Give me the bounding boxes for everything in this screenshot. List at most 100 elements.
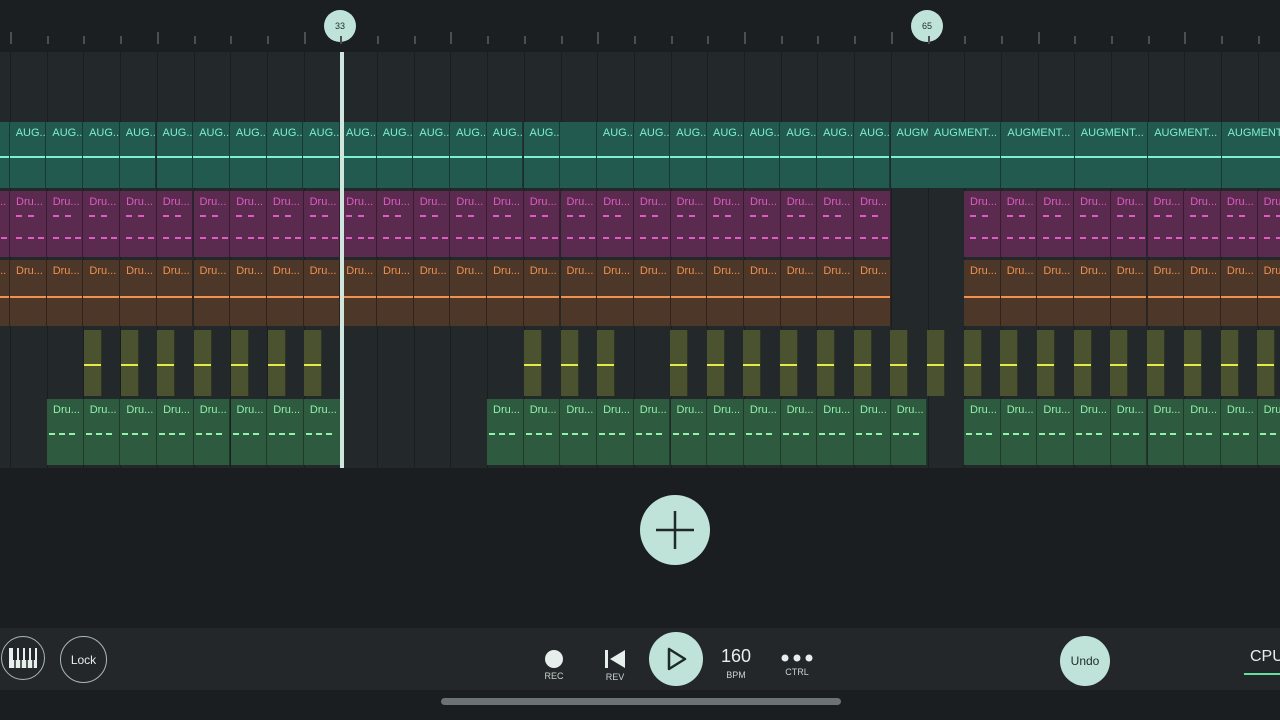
green-drum-clip[interactable]: Dru... [1257,399,1280,465]
green-drum-clip[interactable]: Dru... [1037,399,1075,465]
pink-drum-clip[interactable]: Dru... [964,191,1001,257]
hat-clip[interactable] [1037,330,1055,396]
green-drum-clip[interactable]: Dru... [817,399,854,465]
green-drum-clip[interactable]: Dru... [780,399,818,465]
green-drum-clip[interactable]: Dru... [487,399,524,465]
orange-drum-clip[interactable]: Dru... [230,260,267,326]
hat-clip[interactable] [84,330,102,396]
hat-clip[interactable] [743,330,762,396]
green-drum-clip[interactable]: Dru... [854,399,891,465]
pink-drum-clip[interactable]: Dru... [230,191,267,257]
pink-drum-clip[interactable]: Dru... [46,191,84,257]
pink-drum-clip[interactable]: Dru... [10,191,47,257]
playhead[interactable] [340,52,344,468]
green-drum-clip[interactable]: Dru... [1074,399,1111,465]
orange-drum-clip[interactable]: Dru... [670,260,708,326]
green-drum-clip[interactable]: Dru... [633,399,671,465]
hat-clip[interactable] [706,330,725,396]
augment-clip[interactable]: AUG... [46,122,84,188]
orange-drum-clip[interactable]: Dru... [1000,260,1038,326]
pink-drum-clip[interactable]: Dru... [193,191,231,257]
hat-clip[interactable] [120,330,139,396]
orange-drum-clip[interactable]: Dru... [340,260,377,326]
green-drum-clip[interactable]: Dru... [157,399,194,465]
hat-clip[interactable] [853,330,872,396]
orange-drum-clip[interactable]: Dru... [46,260,84,326]
hat-clip[interactable] [816,330,835,396]
pink-drum-clip[interactable]: Dru... [523,191,561,257]
orange-drum-clip[interactable]: Dru... [560,260,598,326]
augment-clip[interactable]: AUG... [83,122,120,188]
orange-drum-clip[interactable]: Dru... [0,260,10,326]
augment-clip[interactable]: AUGMENT... [928,122,1002,188]
pink-drum-clip[interactable]: Dru... [83,191,121,257]
green-drum-clip[interactable]: Dru... [890,399,928,465]
pink-drum-clip[interactable]: Dru... [1184,191,1221,257]
augment-clip[interactable]: AUG... [229,122,267,188]
augment-clip[interactable]: AUG... [817,122,854,188]
augment-clip[interactable]: AUG... [303,122,340,188]
hat-clip[interactable] [560,330,579,396]
hat-clip[interactable] [1110,330,1129,396]
augment-clip[interactable]: AUG... [596,122,634,188]
augment-clip[interactable]: AUG... [450,122,487,188]
augment-clip[interactable]: AUG... [853,122,891,188]
tempo-control[interactable]: 160 BPM [714,646,758,680]
pink-drum-clip[interactable]: Dru... [1000,191,1038,257]
green-drum-clip[interactable]: Dru... [1220,399,1258,465]
augment-clip[interactable]: AUG... [670,122,707,188]
orange-drum-clip[interactable]: Dru... [523,260,561,326]
orange-drum-clip[interactable]: Dru... [193,260,231,326]
hat-clip[interactable] [524,330,542,396]
orange-drum-clip[interactable]: Dru... [120,260,157,326]
playlist-tracks[interactable]: ... AUG... AUG... AUG... AUG... AUG... AUG... A… [0,52,1280,468]
augment-clip[interactable]: AUG... [119,122,157,188]
orange-drum-clip[interactable]: Dru... [1037,260,1075,326]
green-drum-clip[interactable]: Dru... [523,399,561,465]
green-drum-clip[interactable]: Dru... [267,399,304,465]
augment-clip[interactable] [560,122,597,188]
orange-drum-clip[interactable]: Dru... [780,260,818,326]
hat-clip[interactable] [780,330,799,396]
orange-drum-clip[interactable]: Dru... [303,260,341,326]
pink-drum-clip[interactable]: Dru... [450,191,488,257]
green-drum-clip[interactable]: Dru... [1110,399,1148,465]
pink-drum-clip[interactable]: Dru... [597,191,634,257]
orange-drum-clip[interactable]: Dru... [854,260,891,326]
orange-drum-clip[interactable]: Dru... [633,260,671,326]
green-drum-clip[interactable]: Dru... [743,399,781,465]
orange-drum-clip[interactable]: Dru... [1074,260,1111,326]
green-drum-clip[interactable]: Dru... [670,399,708,465]
orange-drum-clip[interactable]: Dru... [1147,260,1185,326]
hat-clip[interactable] [597,330,616,396]
augment-clip[interactable]: ... [0,122,10,188]
augment-clip[interactable]: AUG... [340,122,377,188]
orange-drum-clip[interactable]: Dru... [1110,260,1148,326]
pink-drum-clip[interactable]: Dru... [413,191,451,257]
augment-clip[interactable]: AUG... [413,122,451,188]
green-drum-clip[interactable]: Dru... [560,399,598,465]
pink-drum-clip[interactable]: Dru... [1110,191,1148,257]
pink-drum-clip[interactable]: Dru... [1220,191,1258,257]
hat-clip[interactable] [926,330,945,396]
pink-drum-clip[interactable]: Dru... [266,191,304,257]
hat-clip[interactable] [304,330,323,396]
augment-clip[interactable]: AUG... [156,122,194,188]
orange-drum-clip[interactable]: Dru... [156,260,194,326]
augment-clip[interactable]: AUG... [486,122,524,188]
augment-clip[interactable]: AUG... [9,122,47,188]
augment-clip[interactable]: AUGMENT... [1074,122,1149,188]
hat-clip[interactable] [670,330,688,396]
hat-clip[interactable] [194,330,213,396]
hat-clip[interactable] [230,330,249,396]
augment-clip[interactable]: AUG... [266,122,304,188]
augment-clip[interactable]: AUG... [193,122,230,188]
augment-clip[interactable]: AUG... [633,122,671,188]
augment-clip[interactable]: AUG... [376,122,414,188]
augment-clip[interactable]: AUG... [780,122,818,188]
lock-button[interactable]: Lock [60,636,107,683]
green-drum-clip[interactable]: Dru... [964,399,1001,465]
pink-drum-clip[interactable]: Dru... [560,191,598,257]
hat-clip[interactable] [267,330,286,396]
undo-button[interactable]: Undo [1060,636,1110,686]
